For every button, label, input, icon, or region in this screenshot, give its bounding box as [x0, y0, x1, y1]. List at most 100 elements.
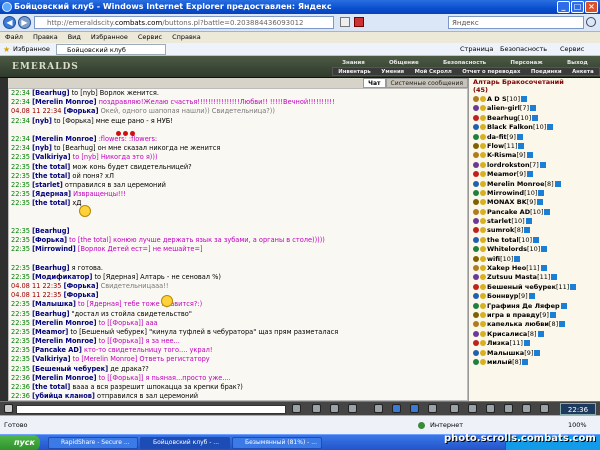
message-nick[interactable]: [Модификатор]: [32, 273, 92, 281]
message-nick[interactable]: [Merelin Monroe]: [32, 98, 96, 106]
roster-player[interactable]: wifi[10]: [469, 255, 600, 264]
message-nick[interactable]: [Valkiriya]: [32, 355, 70, 363]
search-input[interactable]: Яндекс: [448, 16, 584, 29]
info-icon[interactable]: [547, 124, 554, 131]
roster-player[interactable]: Black Falkon[10]: [469, 123, 600, 132]
info-icon[interactable]: [538, 189, 545, 196]
message-nick[interactable]: [Bearhug]: [32, 227, 69, 235]
task-combats[interactable]: Бойцовский клуб - ...: [140, 437, 230, 449]
player-name[interactable]: Meamor: [487, 170, 517, 178]
roster-player[interactable]: A D S[10]: [469, 95, 600, 104]
info-icon[interactable]: [541, 246, 548, 253]
roster-player[interactable]: Whitelords[10]: [469, 245, 600, 254]
roster-player[interactable]: Малышка[9]: [469, 349, 600, 358]
roster-player[interactable]: Pancake AD[10]: [469, 208, 600, 217]
message-nick[interactable]: [Merelin Monroe]: [32, 135, 96, 143]
info-icon[interactable]: [540, 265, 547, 272]
filter-icon[interactable]: [374, 404, 383, 413]
message-nick[interactable]: [the total]: [32, 163, 70, 171]
favorites-star-icon[interactable]: ★: [3, 46, 10, 54]
player-name[interactable]: Black Falkon: [487, 123, 533, 131]
send-icon[interactable]: [292, 404, 301, 413]
safety-menu[interactable]: Безопасность: [500, 43, 547, 56]
settings-icon[interactable]: [540, 404, 549, 413]
player-name[interactable]: Бешеный чебурек: [487, 283, 556, 291]
player-name[interactable]: Pancake AD: [487, 208, 530, 216]
forward-button[interactable]: ▶: [18, 16, 31, 29]
message-nick[interactable]: [убийца кланов]: [32, 392, 95, 400]
message-nick[interactable]: [Merelin Monroe]: [32, 319, 96, 327]
player-name[interactable]: Боннвур: [487, 292, 518, 300]
player-name[interactable]: Малышка: [487, 349, 524, 357]
roster-player[interactable]: Merelin Monroe[8]: [469, 180, 600, 189]
player-name[interactable]: Flow: [487, 142, 504, 150]
info-icon[interactable]: [560, 302, 567, 309]
minimize-button[interactable]: _: [557, 1, 570, 13]
roster-player[interactable]: starlet[10]: [469, 217, 600, 226]
info-icon[interactable]: [525, 218, 532, 225]
message-nick[interactable]: [Mirrowind]: [32, 245, 76, 253]
close-button[interactable]: ×: [585, 1, 598, 13]
menu-view[interactable]: Вид: [68, 32, 81, 43]
info-icon[interactable]: [549, 311, 556, 318]
emoji-icon[interactable]: [410, 404, 419, 413]
roster-player[interactable]: Графиня Де Ляфер: [469, 302, 600, 311]
message-nick[interactable]: [Форька]: [64, 107, 99, 115]
info-icon[interactable]: [530, 105, 537, 112]
message-nick[interactable]: [Форька]: [64, 291, 99, 299]
player-name[interactable]: A D S: [487, 95, 507, 103]
page-menu[interactable]: Страница: [460, 43, 493, 56]
favorites-label[interactable]: Избранное: [13, 43, 50, 56]
info-icon[interactable]: [523, 340, 530, 347]
message-nick[interactable]: [nyb]: [32, 144, 52, 152]
stop-icon[interactable]: [354, 17, 364, 27]
info-icon[interactable]: [534, 349, 541, 356]
maximize-button[interactable]: □: [571, 1, 584, 13]
chat-mode-icon[interactable]: [4, 404, 13, 413]
player-name[interactable]: da-fit: [487, 133, 507, 141]
task-paint[interactable]: Безымянный (81%) - ...: [232, 437, 322, 449]
roster-player[interactable]: Mirrowind[10]: [469, 189, 600, 198]
message-nick[interactable]: [Бешеный чебурек]: [32, 365, 108, 373]
roster-player[interactable]: sumrok[8]: [469, 226, 600, 235]
player-name[interactable]: Mirrowind: [487, 189, 524, 197]
player-name[interactable]: игра в правду: [487, 311, 540, 319]
menu-file[interactable]: Файл: [5, 32, 23, 43]
player-name[interactable]: Xakep Heo: [487, 264, 526, 272]
player-name[interactable]: Zutsuu Masta: [487, 273, 537, 281]
mail-icon[interactable]: [522, 404, 531, 413]
info-icon[interactable]: [526, 171, 533, 178]
info-icon[interactable]: [524, 227, 531, 234]
menu-favorites[interactable]: Избранное: [91, 32, 128, 43]
task-rapidshare[interactable]: RapidShare - Secure ...: [48, 437, 138, 449]
refresh-icon[interactable]: [340, 17, 350, 27]
info-icon[interactable]: [544, 208, 551, 215]
group-icon[interactable]: [486, 404, 495, 413]
info-icon[interactable]: [516, 133, 523, 140]
roster-player[interactable]: Боннвур[9]: [469, 292, 600, 301]
url-input[interactable]: http://emeraldscity.combats.com/buttons.…: [34, 16, 334, 29]
roster-player[interactable]: капелька любви[8]: [469, 320, 600, 329]
message-nick[interactable]: [Bearhug]: [32, 310, 69, 318]
message-nick[interactable]: [Ядерная]: [32, 190, 71, 198]
message-nick[interactable]: [the total]: [32, 199, 70, 207]
pen-icon[interactable]: [348, 404, 357, 413]
player-name[interactable]: wifi: [487, 255, 500, 263]
nav-inventory[interactable]: Инвентарь: [338, 69, 370, 75]
message-nick[interactable]: [starlet]: [32, 181, 63, 189]
message-nick[interactable]: [Bearhug]: [32, 89, 69, 97]
browser-tab[interactable]: Бойцовский клуб: [56, 44, 166, 55]
nav-security[interactable]: Безопасность: [443, 60, 486, 66]
nav-profile[interactable]: Анкета: [572, 69, 594, 75]
info-icon[interactable]: [514, 255, 521, 262]
info-icon[interactable]: [554, 180, 561, 187]
info-icon[interactable]: [536, 199, 543, 206]
player-name[interactable]: Whitelords: [487, 245, 527, 253]
message-nick[interactable]: [Форька]: [32, 236, 67, 244]
info-icon[interactable]: [539, 161, 546, 168]
info-icon[interactable]: [570, 283, 577, 290]
message-nick[interactable]: [nyb]: [32, 117, 52, 125]
player-name[interactable]: Лизка: [487, 339, 510, 347]
info-icon[interactable]: [520, 96, 527, 102]
roster-player[interactable]: милый[8]: [469, 358, 600, 367]
